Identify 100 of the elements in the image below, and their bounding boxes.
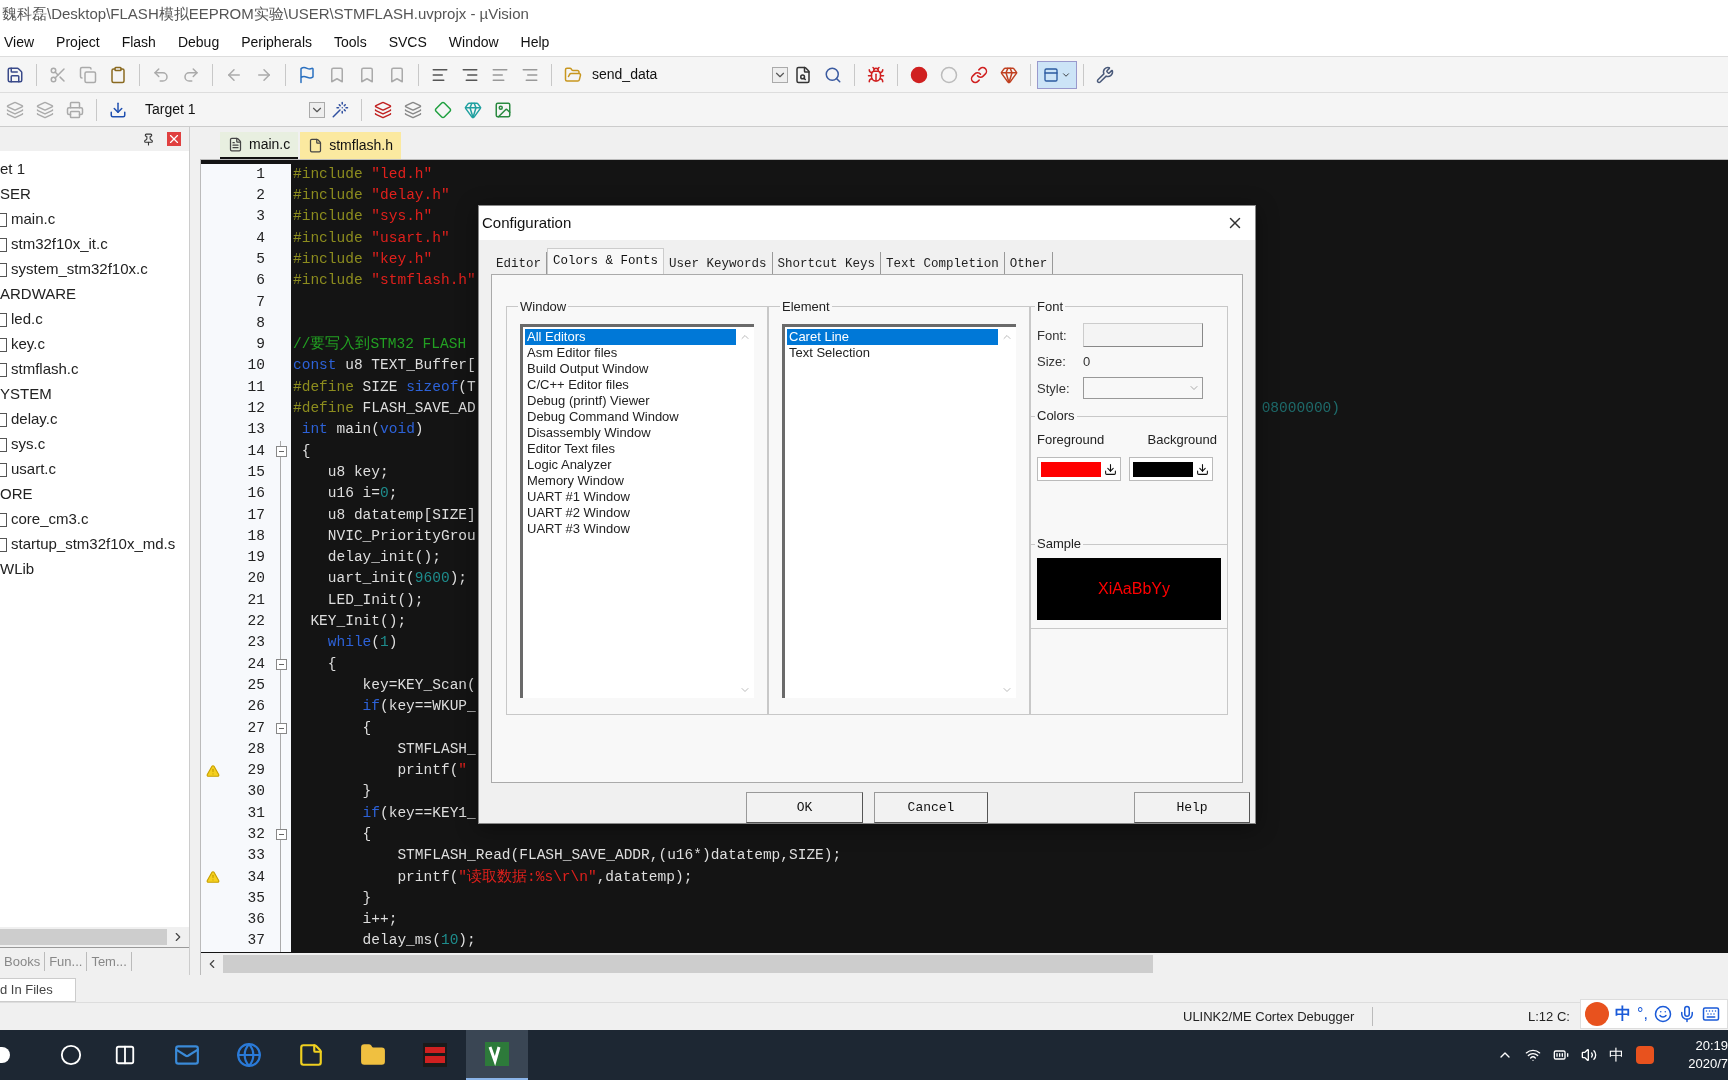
list-item[interactable]: All Editors bbox=[525, 329, 736, 346]
tree-item[interactable]: key.c bbox=[11, 333, 45, 356]
list-item[interactable]: UART #3 Window bbox=[525, 521, 736, 538]
taskbar-app[interactable] bbox=[466, 1030, 528, 1080]
caret-icon[interactable] bbox=[772, 66, 788, 83]
list-item[interactable]: Build Output Window bbox=[525, 361, 736, 378]
app-icon[interactable] bbox=[483, 1040, 511, 1068]
search-icon[interactable] bbox=[824, 65, 842, 84]
menu-item[interactable]: Flash bbox=[121, 31, 156, 53]
menu-item[interactable]: Help bbox=[520, 31, 550, 53]
notes-icon[interactable] bbox=[298, 1042, 324, 1068]
clock-time[interactable]: 20:19 bbox=[1695, 1037, 1728, 1055]
tree-item[interactable]: delay.c bbox=[11, 408, 58, 431]
menu-item[interactable]: Project bbox=[56, 31, 100, 53]
output-tab[interactable]: d In Files bbox=[0, 978, 76, 1002]
task-view-icon[interactable] bbox=[114, 1044, 136, 1066]
font-button[interactable] bbox=[1083, 323, 1203, 348]
paste-icon[interactable] bbox=[109, 65, 127, 84]
tree-item[interactable]: usart.c bbox=[11, 458, 56, 481]
dropdown-arrow-icon[interactable] bbox=[1196, 462, 1209, 476]
tree-item[interactable]: ARDWARE bbox=[0, 283, 77, 306]
pin-icon[interactable] bbox=[142, 132, 155, 146]
dialog-tab[interactable]: Colors & Fonts bbox=[547, 247, 665, 274]
clock-date[interactable]: 2020/7 bbox=[1688, 1055, 1728, 1073]
list-item[interactable]: Asm Editor files bbox=[525, 345, 736, 362]
fold-toggle[interactable] bbox=[275, 658, 287, 670]
list-item[interactable]: UART #2 Window bbox=[525, 505, 736, 522]
tree-item[interactable]: YSTEM bbox=[0, 383, 52, 406]
list-item[interactable]: Editor Text files bbox=[525, 441, 736, 458]
menu-item[interactable]: SVCS bbox=[388, 31, 427, 53]
breakpoint-icon[interactable] bbox=[910, 65, 928, 84]
dialog-tab[interactable]: Shortcut Keys bbox=[772, 251, 882, 274]
dialog-button[interactable]: OK bbox=[746, 792, 863, 823]
tree-item[interactable]: startup_stm32f10x_md.s bbox=[11, 533, 176, 556]
browser-icon[interactable] bbox=[236, 1042, 262, 1068]
list-item[interactable]: C/C++ Editor files bbox=[525, 377, 736, 394]
debug-icon[interactable] bbox=[867, 65, 885, 84]
menu-item[interactable]: Debug bbox=[177, 31, 220, 53]
tree-item[interactable]: core_cm3.c bbox=[11, 508, 89, 531]
list-item[interactable]: Logic Analyzer bbox=[525, 457, 736, 474]
save-icon[interactable] bbox=[6, 65, 24, 84]
dialog-button[interactable]: Help bbox=[1134, 792, 1250, 823]
network-icon[interactable] bbox=[1525, 1047, 1541, 1063]
menu-item[interactable]: Peripherals bbox=[241, 31, 312, 53]
menu-item[interactable]: Window bbox=[448, 31, 499, 53]
dialog-tab[interactable]: Other bbox=[1004, 251, 1054, 274]
keyboard-icon[interactable] bbox=[1701, 1005, 1720, 1023]
tree-item[interactable]: stm32f10x_it.c bbox=[11, 233, 108, 256]
menu-item[interactable]: View bbox=[4, 31, 35, 53]
color-picker[interactable] bbox=[1037, 457, 1121, 482]
fold-toggle[interactable] bbox=[275, 722, 287, 734]
file-tab[interactable]: main.c bbox=[220, 132, 299, 159]
volume-icon[interactable] bbox=[1581, 1047, 1597, 1063]
battery-icon[interactable] bbox=[1553, 1047, 1569, 1063]
horizontal-scrollbar[interactable] bbox=[0, 927, 189, 947]
list-item[interactable]: Caret Line bbox=[787, 329, 998, 346]
input-method-icon[interactable] bbox=[1636, 1046, 1654, 1064]
tree-item[interactable]: et 1 bbox=[0, 158, 26, 181]
list-item[interactable]: Debug Command Window bbox=[525, 409, 736, 426]
tree-item[interactable]: main.c bbox=[11, 208, 56, 231]
caret-icon[interactable] bbox=[309, 101, 325, 118]
search-icon[interactable] bbox=[60, 1044, 82, 1066]
target-combo[interactable]: Target 1 bbox=[137, 97, 325, 122]
tree-item[interactable]: SER bbox=[0, 183, 31, 206]
tree-item[interactable]: ORE bbox=[0, 483, 33, 506]
flag-icon[interactable] bbox=[298, 65, 316, 84]
list-item[interactable]: UART #1 Window bbox=[525, 489, 736, 506]
dropdown-arrow-icon[interactable] bbox=[1104, 462, 1117, 476]
load-icon[interactable] bbox=[109, 100, 127, 119]
fold-toggle[interactable] bbox=[275, 829, 287, 841]
wrench-icon[interactable] bbox=[1096, 65, 1114, 84]
list-item[interactable]: Memory Window bbox=[525, 473, 736, 490]
input-language[interactable]: 中 bbox=[1609, 1043, 1624, 1067]
input-mode[interactable]: 中 bbox=[1615, 1002, 1631, 1026]
start-button[interactable] bbox=[0, 1047, 10, 1063]
dialog-button[interactable]: Cancel bbox=[874, 792, 988, 823]
emoji-icon[interactable] bbox=[1653, 1005, 1672, 1023]
style-dropdown[interactable] bbox=[1083, 377, 1203, 400]
tree-item[interactable]: system_stm32f10x.c bbox=[11, 258, 148, 281]
color-picker[interactable] bbox=[1129, 457, 1213, 482]
tree-item[interactable]: sys.c bbox=[11, 433, 46, 456]
tree-item[interactable]: led.c bbox=[11, 308, 43, 331]
list-item[interactable]: Disassembly Window bbox=[525, 425, 736, 442]
list-item[interactable]: Debug (printf) Viewer bbox=[525, 393, 736, 410]
punctuation-mode[interactable]: °, bbox=[1637, 1002, 1648, 1026]
folder-icon[interactable] bbox=[360, 1042, 386, 1068]
window-icon[interactable] bbox=[1043, 66, 1059, 83]
dialog-tab[interactable]: Text Completion bbox=[881, 251, 1005, 274]
mail-icon[interactable] bbox=[174, 1042, 200, 1068]
window-layout-button[interactable] bbox=[1037, 60, 1077, 89]
tree-item[interactable]: stmflash.c bbox=[11, 358, 79, 381]
file-search-icon[interactable] bbox=[794, 65, 812, 84]
code-text: if bbox=[361, 697, 380, 717]
menu-item[interactable]: Tools bbox=[334, 31, 367, 53]
tree-item[interactable]: WLib bbox=[0, 558, 35, 581]
dialog-tab[interactable]: User Keywords bbox=[664, 251, 773, 274]
fold-toggle[interactable] bbox=[275, 446, 287, 457]
file-tab[interactable]: stmflash.h bbox=[300, 132, 402, 159]
line-number: 18 bbox=[247, 526, 265, 546]
list-item[interactable]: Text Selection bbox=[787, 345, 998, 362]
